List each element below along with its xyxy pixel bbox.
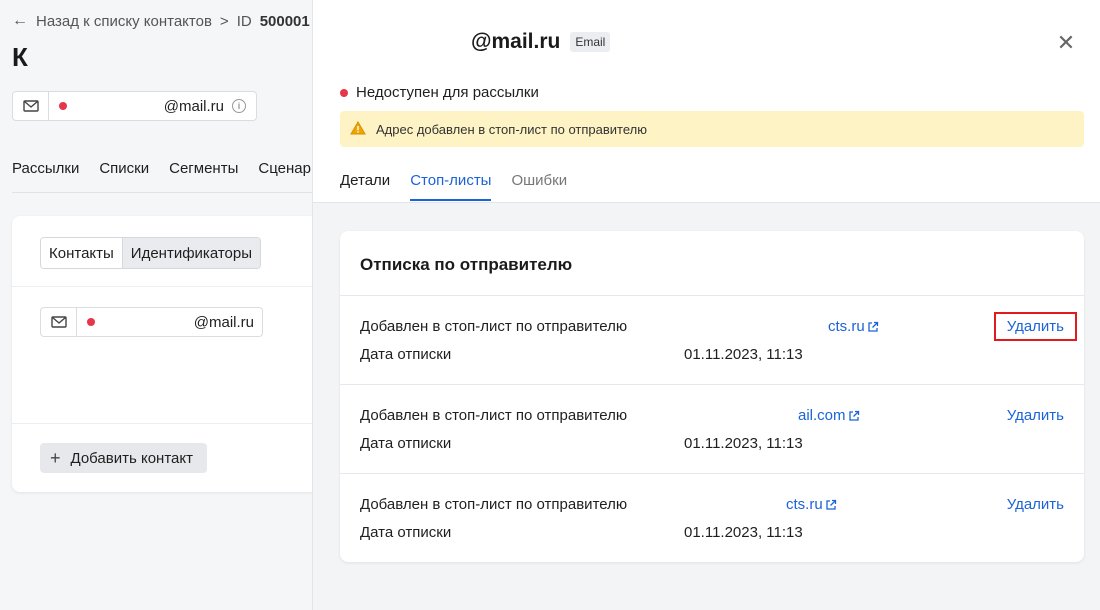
breadcrumb-separator: > xyxy=(219,12,229,30)
date-label: Дата отписки xyxy=(360,524,452,541)
info-icon[interactable]: i xyxy=(232,99,246,113)
sender-link-text: ail.com xyxy=(798,407,846,424)
left-tabs: Рассылки Списки Сегменты Сценар xyxy=(12,160,311,177)
plus-icon: + xyxy=(50,448,61,468)
sender-link[interactable]: ail.com xyxy=(798,407,860,424)
warning-icon xyxy=(350,120,366,138)
stoplist-row: Добавлен в стоп-лист по отправителю ail.… xyxy=(340,384,1084,473)
channel-badge: Email xyxy=(570,32,611,52)
add-contact-label: Добавить контакт xyxy=(70,449,193,467)
row-label: Добавлен в стоп-лист по отправителю xyxy=(360,496,628,513)
delete-button[interactable]: Удалить xyxy=(1007,496,1064,513)
add-contact-button[interactable]: + Добавить контакт xyxy=(40,443,207,473)
sender-link-text: cts.ru xyxy=(786,496,823,513)
divider xyxy=(12,423,312,424)
contact-email-pill[interactable]: @mail.ru i xyxy=(12,91,257,121)
status-text: Недоступен для рассылки xyxy=(356,84,539,101)
warning-alert: Адрес добавлен в стоп-лист по отправител… xyxy=(340,111,1084,147)
stoplist-row: Добавлен в стоп-лист по отправителю cts.… xyxy=(340,473,1084,562)
tab-lists[interactable]: Списки xyxy=(99,160,149,177)
tab-details[interactable]: Детали xyxy=(340,172,390,201)
drawer-tabs: Детали Стоп-листы Ошибки xyxy=(340,172,567,201)
external-link-icon xyxy=(826,499,836,510)
sender-link[interactable]: cts.ru xyxy=(786,496,837,513)
stoplist-row: Добавлен в стоп-лист по отправителю cts.… xyxy=(340,295,1084,384)
tab-segments[interactable]: Сегменты xyxy=(169,160,238,177)
back-arrow-icon[interactable]: ← xyxy=(12,12,28,30)
segment-contacts[interactable]: Контакты xyxy=(41,238,122,268)
status-line: Недоступен для рассылки xyxy=(340,84,539,101)
breadcrumb-back-link[interactable]: Назад к списку контактов xyxy=(36,13,212,30)
tab-stoplists[interactable]: Стоп-листы xyxy=(410,172,492,201)
segment-identifiers[interactable]: Идентификаторы xyxy=(121,238,260,268)
card-title: Отписка по отправителю xyxy=(360,255,573,274)
external-link-icon xyxy=(848,410,859,421)
card-contact-email: @mail.ru xyxy=(193,313,254,331)
drawer-title: @mail.ru Email xyxy=(471,30,611,54)
alert-text: Адрес добавлен в стоп-лист по отправител… xyxy=(376,121,647,137)
drawer-header: @mail.ru Email ✕ Недоступен для рассылки… xyxy=(313,0,1100,203)
external-link-icon xyxy=(868,321,878,332)
row-label: Добавлен в стоп-лист по отправителю xyxy=(360,318,628,335)
sender-link[interactable]: cts.ru xyxy=(828,318,879,335)
date-value: 01.11.2023, 11:13 xyxy=(684,346,803,363)
date-label: Дата отписки xyxy=(360,435,452,452)
mail-icon xyxy=(41,308,77,336)
stoplist-card: Отписка по отправителю Добавлен в стоп-л… xyxy=(340,231,1084,562)
delete-button[interactable]: Удалить xyxy=(993,312,1077,341)
sender-link-text: cts.ru xyxy=(828,318,865,335)
date-value: 01.11.2023, 11:13 xyxy=(684,435,803,452)
status-dot xyxy=(87,318,95,326)
segment-control: Контакты Идентификаторы xyxy=(40,237,261,269)
mail-icon xyxy=(13,92,49,120)
tab-errors[interactable]: Ошибки xyxy=(511,172,567,201)
contact-page: ← Назад к списку контактов > ID 500001 К … xyxy=(0,0,312,610)
status-dot xyxy=(340,88,348,97)
breadcrumb-id-label: ID xyxy=(236,12,252,30)
tab-mailings[interactable]: Рассылки xyxy=(12,160,79,177)
contact-detail-drawer: @mail.ru Email ✕ Недоступен для рассылки… xyxy=(312,0,1100,610)
page-title: К xyxy=(12,42,28,72)
date-label: Дата отписки xyxy=(360,346,452,363)
contact-email-value: @mail.ru xyxy=(163,97,224,115)
close-icon[interactable]: ✕ xyxy=(1055,32,1077,54)
row-label: Добавлен в стоп-лист по отправителю xyxy=(360,407,628,424)
delete-button[interactable]: Удалить xyxy=(1007,407,1064,424)
tab-scenarios[interactable]: Сценар xyxy=(258,160,311,177)
tabs-divider xyxy=(12,192,312,193)
divider xyxy=(12,286,312,287)
status-dot xyxy=(59,102,67,110)
date-value: 01.11.2023, 11:13 xyxy=(684,524,803,541)
breadcrumb-id-value: 500001 xyxy=(259,12,310,30)
contacts-card: Контакты Идентификаторы @mail.ru + Добав… xyxy=(12,216,312,492)
drawer-email: @mail.ru xyxy=(471,30,561,53)
card-contact-pill[interactable]: @mail.ru xyxy=(40,307,263,337)
breadcrumb: ← Назад к списку контактов > ID 500001 xyxy=(12,12,310,30)
